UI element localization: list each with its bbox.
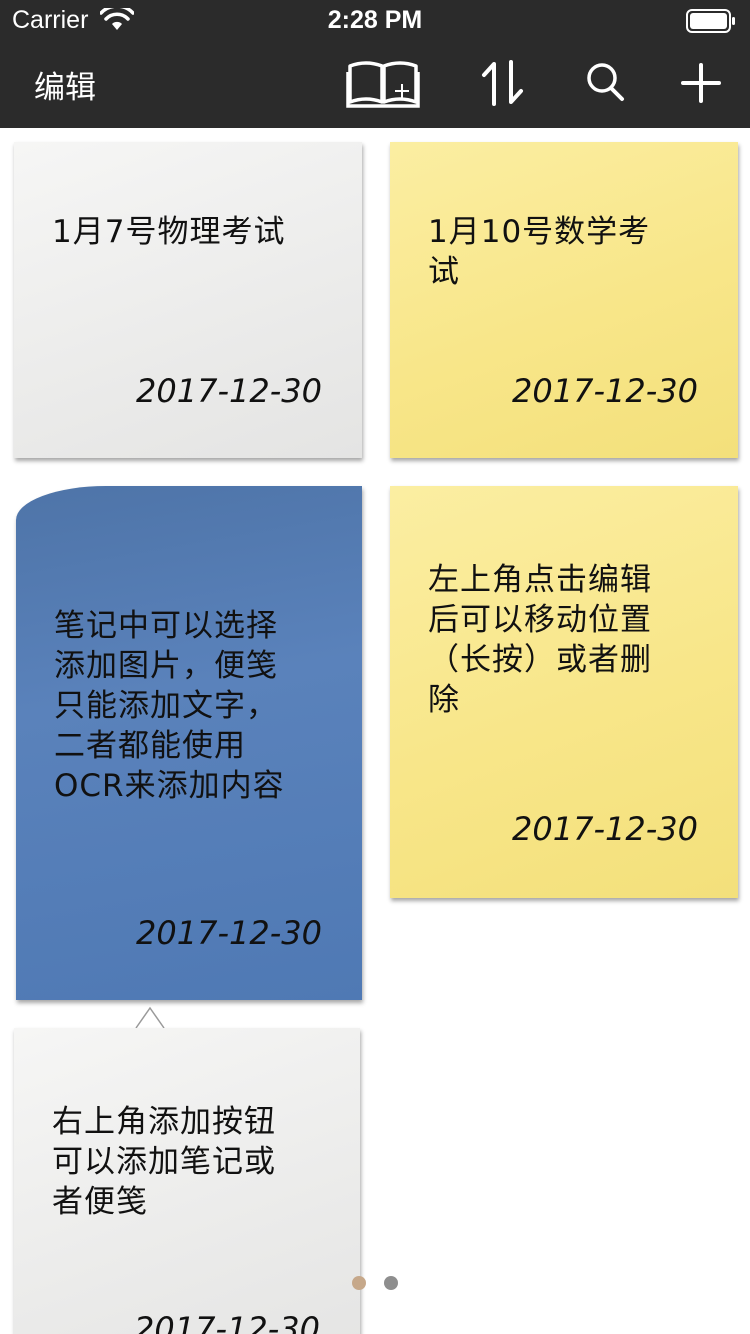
note-card[interactable]: 笔记中可以选择添加图片，便笺只能添加文字，二者都能使用OCR来添加内容 2017… (16, 486, 362, 1000)
note-text: 左上角点击编辑后可以移动位置（长按）或者删除 (428, 562, 652, 718)
note-card[interactable]: 1月10号数学考试 2017-12-30 (390, 142, 738, 458)
notebook-add-button[interactable] (346, 58, 420, 108)
add-button[interactable] (680, 58, 722, 108)
sort-button[interactable] (480, 58, 526, 108)
caret-hint-icon (132, 1004, 168, 1030)
search-button[interactable] (584, 58, 628, 108)
note-text: 1月10号数学考试 (428, 214, 651, 290)
status-bar: Carrier 2:28 PM (0, 0, 750, 40)
status-time: 2:28 PM (327, 6, 423, 34)
note-date: 2017-12-30 (512, 372, 698, 410)
note-date: 2017-12-30 (136, 914, 322, 952)
note-text: 右上角添加按钮可以添加笔记或者便笺 (52, 1104, 276, 1220)
sort-icon (480, 58, 526, 108)
search-icon (584, 58, 628, 108)
nav-bar: 编辑 (0, 40, 750, 128)
edit-button[interactable]: 编辑 (34, 62, 96, 107)
note-text: 笔记中可以选择添加图片，便笺只能添加文字，二者都能使用OCR来添加内容 (54, 608, 285, 804)
app-screen: Carrier 2:28 PM 编辑 1月7号物理考试 2017-12-30 1… (0, 0, 750, 1334)
note-date: 2017-12-30 (136, 372, 322, 410)
note-date: 2017-12-30 (512, 810, 698, 848)
note-date: 2017-12-30 (134, 1310, 320, 1334)
page-dot[interactable] (384, 1276, 398, 1290)
note-card[interactable]: 1月7号物理考试 2017-12-30 (14, 142, 362, 458)
note-text: 1月7号物理考试 (52, 214, 286, 250)
note-card[interactable]: 左上角点击编辑后可以移动位置（长按）或者删除 2017-12-30 (390, 486, 738, 898)
page-indicator (0, 1276, 750, 1292)
notebook-add-icon (346, 58, 420, 108)
page-dot-active[interactable] (352, 1276, 366, 1290)
plus-icon (680, 58, 722, 108)
battery-icon (686, 9, 736, 33)
